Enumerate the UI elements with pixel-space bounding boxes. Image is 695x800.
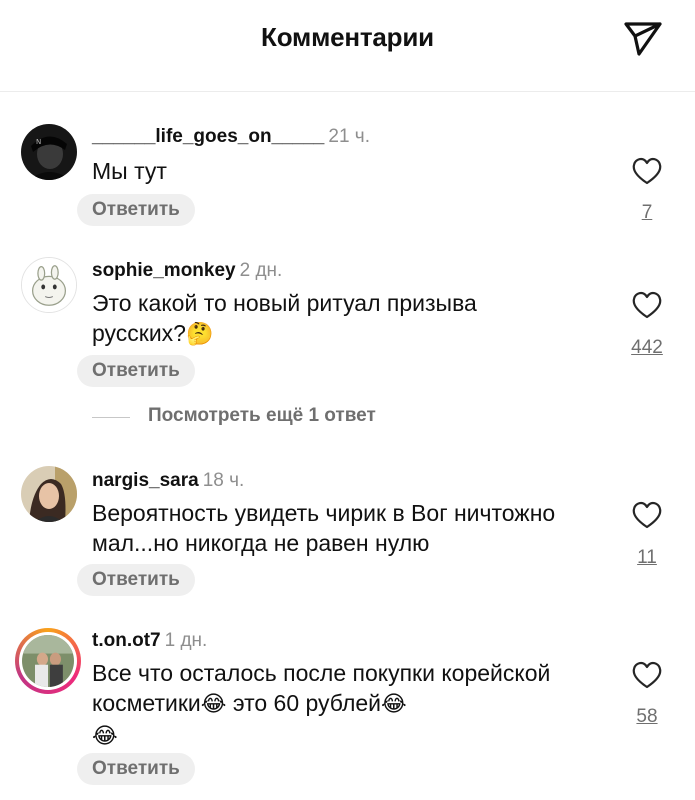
thinking-face-emoji: 🤔 xyxy=(185,322,214,347)
username[interactable]: ______life_goes_on_____ xyxy=(92,126,324,147)
header: Комментарии xyxy=(0,0,695,92)
heart-icon[interactable] xyxy=(631,500,663,530)
username[interactable]: t.on.ot7 xyxy=(92,630,161,651)
view-more-replies-label[interactable]: Посмотреть ещё 1 ответ xyxy=(148,405,376,427)
comment-text-body: Вероятность увидеть чирик в Вог ничтожно… xyxy=(92,500,556,556)
like-count[interactable]: 58 xyxy=(617,706,677,728)
reply-button[interactable]: Ответить xyxy=(77,194,195,226)
reply-button[interactable]: Ответить xyxy=(77,753,195,785)
comments-sheet: Комментарии N ______life_goes_on_____ 21 … xyxy=(0,0,695,800)
tears-of-joy-emoji: 😂 xyxy=(381,692,407,717)
like-count[interactable]: 7 xyxy=(617,202,677,224)
tears-of-joy-emoji: 😂 xyxy=(92,724,118,749)
heart-icon[interactable] xyxy=(631,660,663,690)
comment-text-body: Это какой то новый ритуал призыва русски… xyxy=(92,290,477,346)
comment-text-body: Мы тут xyxy=(92,158,167,184)
like-count[interactable]: 11 xyxy=(617,547,677,569)
username[interactable]: nargis_sara xyxy=(92,470,199,491)
timestamp: 1 дн. xyxy=(164,630,208,651)
avatar xyxy=(19,632,77,690)
comment-text: Вероятность увидеть чирик в Вог ничтожно… xyxy=(92,498,592,558)
page-title: Комментарии xyxy=(261,22,434,52)
timestamp: 2 дн. xyxy=(239,260,283,281)
comment-text-body-continued: это 60 рублей xyxy=(226,690,382,716)
divider xyxy=(92,417,130,418)
avatar[interactable]: N xyxy=(21,124,77,180)
avatar[interactable] xyxy=(21,466,77,522)
timestamp: 18 ч. xyxy=(202,470,245,491)
comment-text: Все что осталось после покупки корейской… xyxy=(92,658,592,752)
reply-button[interactable]: Ответить xyxy=(77,564,195,596)
comment-text: Мы тут xyxy=(92,156,602,186)
view-more-replies-button[interactable]: Посмотреть ещё 1 ответ xyxy=(92,405,492,429)
story-ring[interactable] xyxy=(15,628,81,694)
avatar[interactable] xyxy=(21,257,77,313)
comment-meta: nargis_sara 18 ч. xyxy=(92,470,244,492)
comment-meta: sophie_monkey 2 дн. xyxy=(92,260,282,282)
send-icon[interactable] xyxy=(622,18,664,58)
comment-text: Это какой то новый ритуал призыва русски… xyxy=(92,288,572,350)
tears-of-joy-emoji: 😂 xyxy=(200,692,227,717)
heart-icon[interactable] xyxy=(631,290,663,320)
timestamp: 21 ч. xyxy=(328,126,370,147)
reply-button[interactable]: Ответить xyxy=(77,355,195,387)
heart-icon[interactable] xyxy=(631,156,663,186)
comment-meta: t.on.ot7 1 дн. xyxy=(92,630,207,652)
like-count[interactable]: 442 xyxy=(617,337,677,359)
username[interactable]: sophie_monkey xyxy=(92,260,236,281)
svg-text:N: N xyxy=(36,138,41,146)
comment-meta: ______life_goes_on_____ 21 ч. xyxy=(92,126,370,148)
